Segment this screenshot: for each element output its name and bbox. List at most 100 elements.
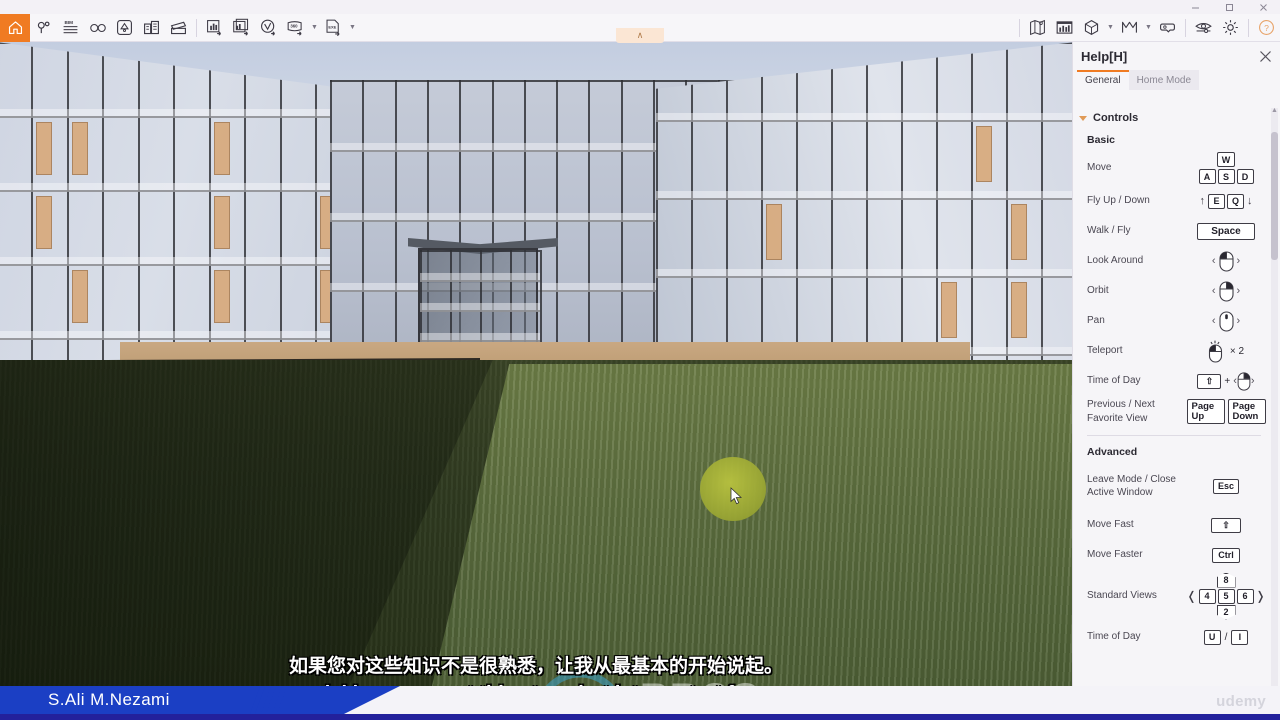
help-panel-title: Help[H]: [1081, 48, 1128, 64]
shortcut-keys: Space: [1183, 222, 1269, 240]
right-paren: ›: [1236, 255, 1241, 267]
shortcut-keys: W A S D: [1183, 152, 1269, 184]
map-view-icon[interactable]: [1024, 14, 1051, 42]
right-brace: ❭: [1255, 589, 1266, 603]
window-controls: [1178, 0, 1280, 14]
svg-text:?: ?: [1264, 23, 1269, 33]
shortcut-keys: ⇧: [1183, 517, 1269, 533]
presenter-banner: S.Ali M.Nezami: [0, 686, 400, 714]
mouse-cursor: [730, 487, 743, 510]
toolbar-separator: [1019, 18, 1020, 37]
shortcut-keys: Esc: [1183, 478, 1269, 494]
collapse-triangle-icon[interactable]: [1079, 115, 1087, 121]
shortcut-row-time-of-day-advanced: Time of Day U / I: [1079, 624, 1269, 650]
key-joiner: +: [1224, 375, 1231, 387]
shortcut-row-standard-views: Standard Views 8 ❬ 4 5 6 ❭ 2: [1079, 572, 1269, 620]
chevron-down-icon[interactable]: ▼: [1105, 14, 1116, 42]
mouse-middle-button-icon: [1218, 310, 1234, 332]
export-standalone-icon[interactable]: EXE: [320, 14, 347, 42]
tab-general[interactable]: General: [1077, 70, 1129, 90]
vr-headset-icon[interactable]: [84, 14, 111, 42]
chevron-down-icon[interactable]: ▼: [309, 14, 320, 42]
shortcut-row-look-around: Look Around ‹ ›: [1079, 248, 1269, 274]
toolbar-separator: [1248, 18, 1249, 37]
vr-mode-icon[interactable]: [1154, 14, 1181, 42]
view-management-icon[interactable]: [111, 14, 138, 42]
toolbar-left-group: BIM 360 ▼ EXE ▼: [0, 13, 358, 42]
advanced-group-heading: Advanced: [1087, 446, 1138, 458]
maximize-button[interactable]: [1212, 0, 1246, 14]
shortcut-row-pan: Pan ‹ ›: [1079, 308, 1269, 334]
mouse-right-button-icon: [1218, 280, 1234, 302]
export-image-icon[interactable]: [201, 14, 228, 42]
shortcut-keys: ‹ ›: [1183, 250, 1269, 272]
bim-info-icon[interactable]: BIM: [57, 14, 84, 42]
chevron-down-icon[interactable]: ▼: [347, 14, 358, 42]
key-s: S: [1217, 169, 1235, 184]
shortcut-row-fly-up-down: Fly Up / Down ↑ E Q ↓: [1079, 188, 1269, 214]
shortcut-row-leave-mode: Leave Mode / Close Active Window Esc: [1079, 464, 1269, 508]
render-preview-icon[interactable]: [1078, 14, 1105, 42]
shortcut-row-time-of-day-basic: Time of Day ⇧ + ‹ ›: [1079, 368, 1269, 394]
shortcut-label: Leave Mode / Close Active Window: [1087, 473, 1176, 499]
window-title-bar: [0, 0, 1280, 14]
toolbar-separator: [1185, 18, 1186, 37]
chevron-down-icon[interactable]: ▼: [1143, 14, 1154, 42]
key-i: I: [1231, 629, 1249, 645]
mouse-double-click-icon: [1208, 340, 1222, 363]
key-page-down: Page Down: [1227, 399, 1266, 424]
left-paren: ‹: [1211, 285, 1216, 297]
minimize-button[interactable]: [1178, 0, 1212, 14]
mouse-right-button-icon: [1237, 371, 1251, 391]
key-a: A: [1198, 169, 1216, 184]
toolbar-separator: [196, 18, 197, 37]
shortcut-keys: ⇧ + ‹ ›: [1183, 371, 1269, 391]
key-shift: ⇧: [1197, 373, 1222, 389]
shortcut-keys: ‹ ›: [1183, 280, 1269, 302]
key-q: Q: [1226, 193, 1244, 209]
batch-export-icon[interactable]: [228, 14, 255, 42]
site-context-icon[interactable]: [1051, 14, 1078, 42]
export-panorama-icon[interactable]: 360: [282, 14, 309, 42]
left-paren: ‹: [1211, 315, 1216, 327]
home-icon[interactable]: [0, 13, 30, 42]
3d-viewport[interactable]: RRCG 人人素材 如果您对这些知识不是很熟悉，让我从最基本的开始说起。 qui…: [0, 42, 1072, 690]
asset-library-icon[interactable]: [30, 14, 57, 42]
export-video-icon[interactable]: [255, 14, 282, 42]
key-numpad-2: 2: [1216, 604, 1236, 620]
chevron-up-icon[interactable]: ▲: [1270, 106, 1279, 115]
shortcut-label: Fly Up / Down: [1087, 195, 1150, 207]
shortcut-row-move-faster: Move Faster Ctrl: [1079, 542, 1269, 568]
project-buildings-icon[interactable]: [138, 14, 165, 42]
visual-settings-icon[interactable]: [1190, 14, 1217, 42]
shortcut-label: Move Fast: [1087, 519, 1134, 531]
key-page-up: Page Up: [1186, 399, 1225, 424]
help-panel-body: Controls Basic Move W A S D Fly Up / Dow…: [1073, 104, 1269, 720]
close-button[interactable]: [1246, 0, 1280, 14]
key-w: W: [1216, 152, 1236, 167]
key-joiner: /: [1224, 631, 1228, 643]
shortcut-label: Walk / Fly: [1087, 225, 1131, 237]
section-divider: [1087, 435, 1261, 436]
key-numpad-6: 6: [1236, 588, 1254, 604]
shortcut-keys: Page Up Page Down: [1183, 399, 1269, 424]
section-box-icon[interactable]: [1116, 14, 1143, 42]
toolbar-collapse-chevron-icon[interactable]: ∧: [616, 28, 664, 43]
lawn-sunlit-area: [430, 364, 1072, 690]
help-question-icon[interactable]: ?: [1253, 14, 1280, 42]
shortcut-keys: 8 ❬ 4 5 6 ❭ 2: [1183, 572, 1269, 620]
tab-home-mode[interactable]: Home Mode: [1128, 70, 1200, 90]
shortcut-label: Move: [1087, 162, 1112, 174]
right-paren: ›: [1236, 285, 1241, 297]
svg-text:BIM: BIM: [64, 20, 73, 25]
key-numpad-4: 4: [1198, 588, 1216, 604]
close-icon[interactable]: [1258, 49, 1273, 64]
video-editor-icon[interactable]: [165, 14, 192, 42]
controls-section-header[interactable]: Controls: [1079, 112, 1269, 124]
help-panel-scrollbar-thumb[interactable]: [1271, 132, 1278, 260]
bottom-color-strip: [0, 714, 1280, 720]
key-space: Space: [1197, 222, 1255, 240]
key-d: D: [1236, 169, 1254, 184]
shortcut-label: Time of Day: [1087, 631, 1141, 643]
settings-gear-icon[interactable]: [1217, 14, 1244, 42]
